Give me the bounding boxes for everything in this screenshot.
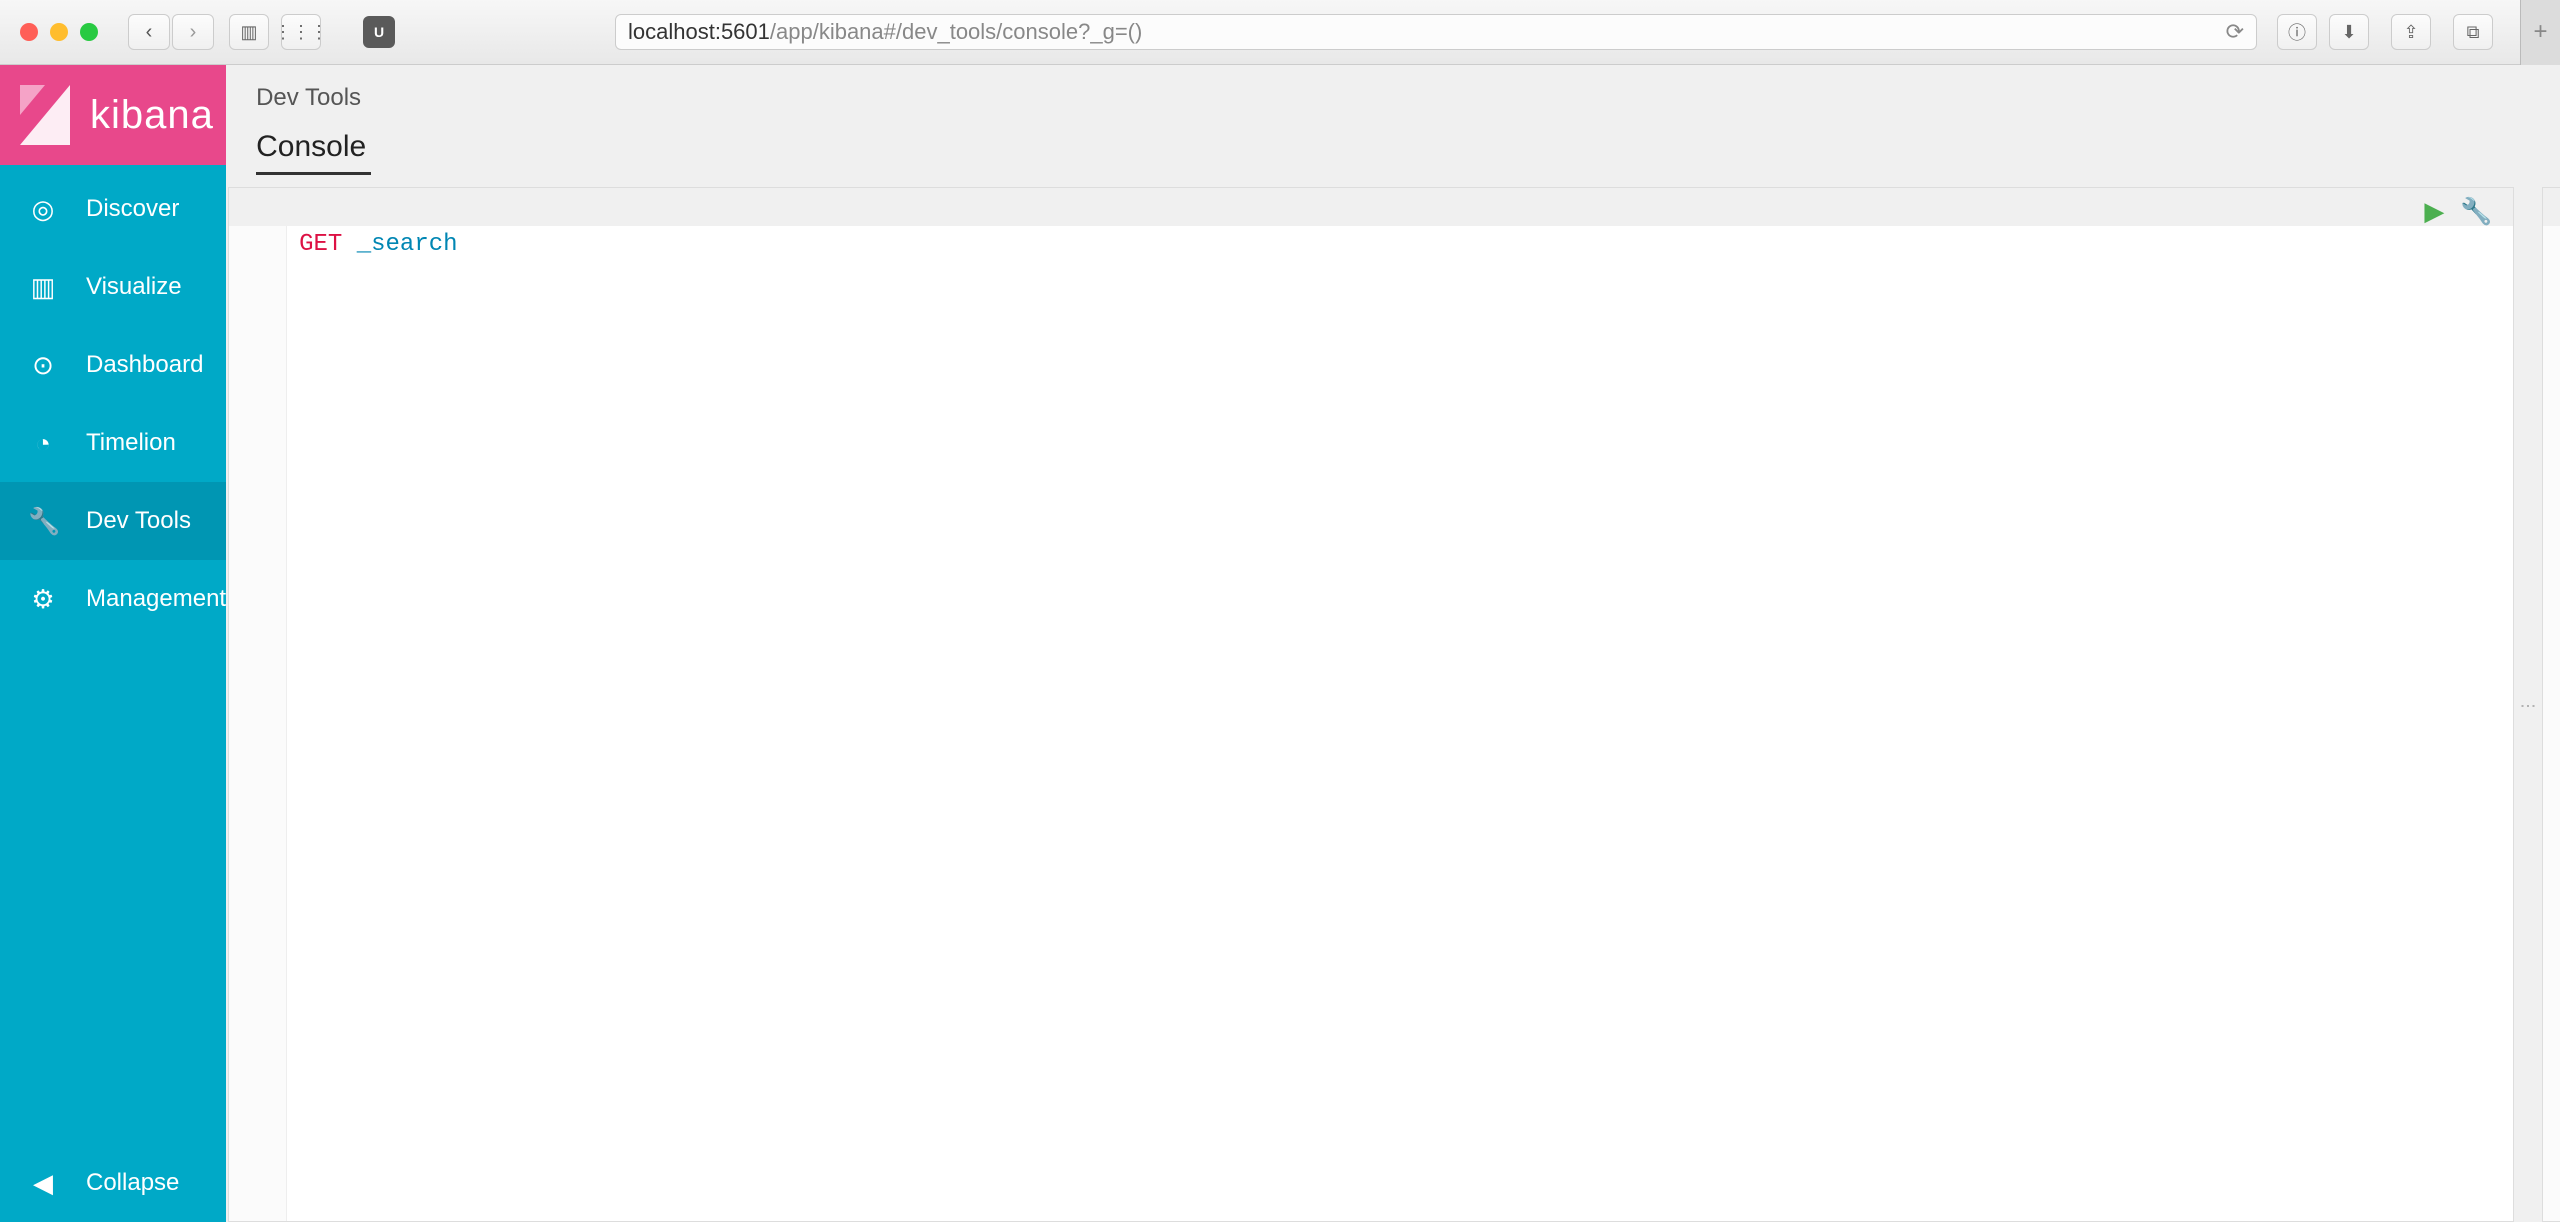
sidebar-nav: ◎ Discover ▥ Visualize ⊙ Dashboard ◔ Tim…: [0, 165, 226, 1144]
line-number: 4: [2543, 302, 2560, 340]
console-area: 1 GET _search ▶ 🔧 ⋮ 12345678910111213141…: [226, 175, 2560, 1222]
brand-name: kibana: [90, 93, 214, 138]
grid-button[interactable]: ⋮⋮⋮: [281, 14, 321, 50]
clock-icon: ◔: [28, 428, 58, 459]
chart-icon: ▥: [28, 272, 58, 303]
sidebar-item-label: Management: [86, 585, 226, 613]
gear-icon: ⚙: [28, 584, 58, 615]
gauge-icon: ⊙: [28, 350, 58, 381]
sidebar-item-management[interactable]: ⚙ Management: [0, 560, 226, 638]
line-number: 16: [2543, 758, 2560, 796]
editor-actions: ▶ 🔧: [2424, 194, 2492, 232]
reader-button[interactable]: ⓘ: [2277, 14, 2317, 50]
sidebar-item-label: Discover: [86, 195, 179, 223]
output-gutter: 123456789101112131415161718192021: [2543, 188, 2560, 1221]
sidebar-item-label: Visualize: [86, 273, 182, 301]
line-number: 21: [2543, 948, 2560, 986]
sidebar-item-label: Dev Tools: [86, 507, 191, 535]
line-number: 14: [2543, 682, 2560, 720]
line-number: 11: [2543, 568, 2560, 606]
ublock-icon[interactable]: U: [363, 16, 395, 48]
sidebar: kibana ◎ Discover ▥ Visualize ⊙ Dashboar…: [0, 65, 226, 1222]
sidebar-item-discover[interactable]: ◎ Discover: [0, 170, 226, 248]
compass-icon: ◎: [28, 194, 58, 225]
brand-logo[interactable]: kibana: [0, 65, 226, 165]
minimize-window-icon[interactable]: [50, 23, 68, 41]
line-number: 6: [2543, 378, 2560, 416]
editor-pane[interactable]: 1 GET _search ▶ 🔧: [228, 187, 2514, 1222]
wrench-icon: 🔧: [28, 506, 58, 537]
line-number: 12: [2543, 606, 2560, 644]
page-title: Dev Tools: [256, 84, 361, 112]
close-window-icon[interactable]: [20, 23, 38, 41]
line-number: 2: [2543, 226, 2560, 264]
sidebar-item-dashboard[interactable]: ⊙ Dashboard: [0, 326, 226, 404]
collapse-label: Collapse: [86, 1169, 179, 1197]
active-line-highlight: [2543, 188, 2560, 226]
editor-code[interactable]: GET _search: [287, 188, 2513, 1221]
reload-icon[interactable]: ⟳: [2226, 19, 2244, 45]
line-number: 3: [2543, 264, 2560, 302]
content: Dev Tools History Settings Help Console …: [226, 65, 2560, 1222]
maximize-window-icon[interactable]: [80, 23, 98, 41]
sidebar-item-label: Dashboard: [86, 351, 203, 379]
sidebar-toggle-button[interactable]: ▥: [229, 14, 269, 50]
content-header: Dev Tools History Settings Help: [226, 65, 2560, 130]
http-method: GET: [299, 231, 342, 258]
line-number: 10: [2543, 530, 2560, 568]
drag-handle-icon[interactable]: ⋮: [2518, 698, 2537, 712]
forward-button[interactable]: ›: [172, 14, 214, 50]
sidebar-item-timelion[interactable]: ◔ Timelion: [0, 404, 226, 482]
line-number: 13: [2543, 644, 2560, 682]
sidebar-item-visualize[interactable]: ▥ Visualize: [0, 248, 226, 326]
sidebar-collapse-button[interactable]: ◀ Collapse: [0, 1144, 226, 1222]
options-button[interactable]: 🔧: [2460, 194, 2492, 232]
kibana-logo-icon: [20, 85, 70, 145]
url-path: /app/kibana#/dev_tools/console?_g=(): [770, 19, 1142, 45]
sidebar-item-label: Timelion: [86, 429, 176, 457]
line-number: 17: [2543, 796, 2560, 834]
toolbar-right: ⬇ ⇪ ⧉: [2329, 14, 2505, 50]
console-title: Console: [226, 130, 2560, 172]
line-number: 5: [2543, 340, 2560, 378]
collapse-icon: ◀: [28, 1168, 58, 1199]
nav-buttons: ‹ ›: [128, 14, 214, 50]
new-tab-button[interactable]: +: [2520, 0, 2560, 65]
output-pane[interactable]: 123456789101112131415161718192021 ▾▾▴▾▾▾…: [2542, 187, 2560, 1222]
share-button[interactable]: ⇪: [2391, 14, 2431, 50]
http-path: _search: [357, 231, 458, 258]
line-number: 18: [2543, 834, 2560, 872]
line-number: 7: [2543, 416, 2560, 454]
sidebar-item-devtools[interactable]: 🔧 Dev Tools: [0, 482, 226, 560]
line-number: 20: [2543, 910, 2560, 948]
editor-gutter: 1: [229, 188, 287, 1221]
line-number: 15: [2543, 720, 2560, 758]
downloads-button[interactable]: ⬇: [2329, 14, 2369, 50]
browser-toolbar: ‹ › ▥ ⋮⋮⋮ U localhost:5601/app/kibana#/d…: [0, 0, 2560, 65]
run-button[interactable]: ▶: [2424, 194, 2444, 232]
line-number: 9: [2543, 492, 2560, 530]
tabs-button[interactable]: ⧉: [2453, 14, 2493, 50]
line-number: 8: [2543, 454, 2560, 492]
back-button[interactable]: ‹: [128, 14, 170, 50]
address-bar[interactable]: localhost:5601/app/kibana#/dev_tools/con…: [615, 14, 2257, 50]
url-host: localhost:5601: [628, 19, 770, 45]
line-number: 19: [2543, 872, 2560, 910]
window-controls: [20, 23, 98, 41]
